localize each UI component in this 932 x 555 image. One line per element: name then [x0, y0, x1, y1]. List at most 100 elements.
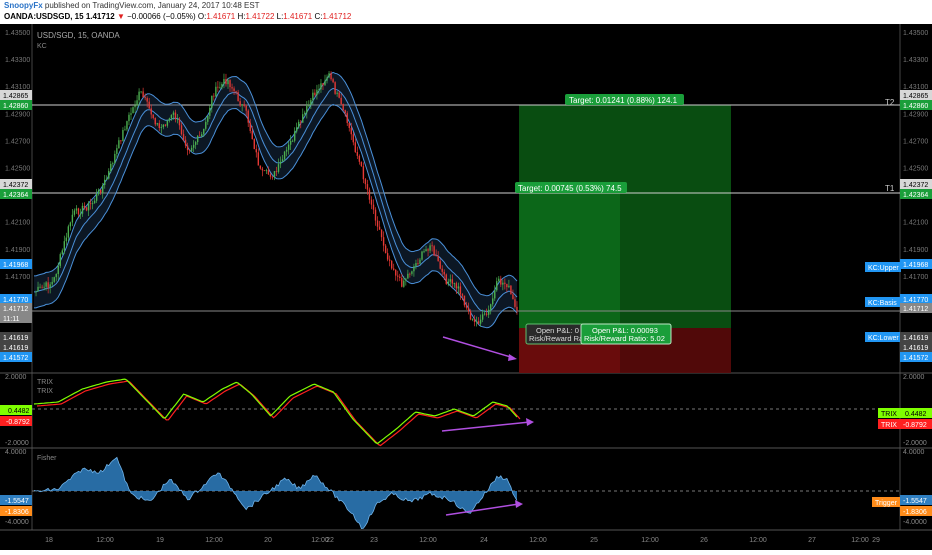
fisher-area: [34, 457, 517, 529]
candle-body: [433, 246, 435, 256]
candle-body: [116, 148, 118, 154]
candle-body: [338, 92, 340, 98]
candle-body: [344, 110, 346, 114]
candle-body: [37, 286, 39, 292]
candle-body: [279, 161, 282, 165]
candle-body: [39, 286, 41, 288]
candle-body: [471, 319, 474, 320]
candle-body: [49, 284, 51, 288]
time-axis-tick: 20: [264, 537, 272, 544]
candle-body: [67, 226, 70, 238]
t1-label: T1: [885, 184, 895, 193]
candle-body: [502, 282, 504, 285]
time-axis-tick: 12:00: [529, 537, 547, 544]
kc-basis-label: KC:Basis: [868, 300, 897, 307]
time-axis-tick: 12:00: [205, 537, 223, 544]
candle-body: [77, 208, 80, 215]
candle-body: [364, 179, 367, 185]
price-change: −0.00066 (−0.05%): [127, 12, 196, 21]
candle-body: [330, 73, 332, 80]
candle-body: [99, 189, 102, 193]
candle-body: [306, 106, 308, 113]
candle-body: [395, 269, 397, 276]
time-axis-tick: 19: [156, 537, 164, 544]
candle-body: [213, 95, 215, 97]
candle-body: [114, 153, 116, 164]
right-price-label: 1.41619: [903, 345, 928, 352]
candle-body: [168, 118, 171, 121]
candle-body: [239, 101, 241, 106]
candle-body: [176, 119, 179, 121]
candle-body: [342, 103, 344, 111]
time-axis-tick: 25: [590, 537, 598, 544]
right-price-label: 1.42860: [903, 103, 928, 110]
left-price-label: 1.42865: [3, 93, 28, 100]
long-position-t1-zone[interactable]: [519, 193, 620, 328]
candle-body: [160, 127, 163, 128]
candle-body: [384, 245, 387, 254]
candle-body: [215, 86, 217, 97]
candle-body: [374, 209, 377, 221]
candle-body: [372, 204, 375, 210]
candle-body: [376, 220, 379, 227]
candle-body: [388, 259, 391, 261]
candle-body: [251, 130, 253, 140]
candle-body: [312, 92, 314, 101]
candle-body: [136, 100, 138, 106]
arrowhead-icon: [515, 500, 523, 508]
trix-tick-top-left: 2.0000: [5, 374, 27, 381]
chart-svg[interactable]: Target: 0.01241 (0.88%) 124.1 Target: 0.…: [0, 24, 932, 550]
candle-body: [459, 286, 462, 295]
fisher-tick-top-right: 4.0000: [903, 449, 925, 456]
last-price: 1.41712: [85, 12, 115, 21]
candle-body: [118, 140, 120, 149]
symbol-pane-label: USD/SGD, 15, OANDA: [37, 31, 120, 40]
candle-body: [358, 155, 361, 162]
candle-body: [496, 281, 498, 291]
chart-area[interactable]: Target: 0.01241 (0.88%) 124.1 Target: 0.…: [0, 24, 932, 550]
candle-body: [152, 114, 154, 119]
candle-body: [231, 87, 233, 89]
candle-body: [83, 205, 86, 208]
candle-body: [445, 274, 447, 284]
candle-body: [89, 203, 92, 205]
candle-body: [205, 121, 207, 129]
open-value: 1.41671: [206, 12, 236, 21]
candle-body: [122, 130, 124, 142]
left-price-label: 1.41619: [3, 335, 28, 342]
right-price-label: 1.41770: [903, 297, 928, 304]
divergence-arrow-price[interactable]: [442, 336, 515, 359]
candle-body: [516, 306, 518, 311]
candle-body: [437, 256, 439, 262]
candle-body: [73, 210, 76, 215]
author-name[interactable]: SnoopyFx: [4, 1, 43, 10]
candle-body: [142, 91, 144, 98]
candle-body: [334, 82, 336, 94]
fisher-tick-bottom-left: -4.0000: [5, 519, 29, 526]
candle-body: [498, 278, 500, 282]
trix-series: [33, 378, 521, 447]
candle-body: [378, 226, 381, 230]
candle-body: [35, 291, 37, 293]
candle-body: [283, 151, 286, 160]
symbol-name: OANDA:USDSGD, 15: [4, 12, 84, 21]
trix-pane-label-1: TRIX: [37, 379, 53, 386]
time-axis-tick: 22: [326, 537, 334, 544]
right-price-label: 1.42372: [903, 182, 928, 189]
candle-body: [332, 79, 334, 83]
fisher-tick-bottom-right: -4.0000: [903, 519, 927, 526]
candle-body: [273, 171, 276, 177]
trix-legend-2: TRIX: [881, 422, 897, 429]
right-axis-tick: 1.41700: [903, 274, 928, 281]
time-axis[interactable]: 18 12:00 19 12:00 20 12:00 22 23 12:00 24 12:00 25 1…: [45, 537, 880, 544]
trix-tick-bottom-right: -2.0000: [903, 440, 927, 447]
candle-body: [97, 189, 100, 195]
candle-body: [514, 299, 516, 307]
candle-body: [328, 73, 330, 78]
candle-body: [71, 214, 74, 223]
candle-body: [340, 97, 342, 104]
candle-body: [473, 319, 476, 323]
divergence-arrow-trix[interactable]: [441, 421, 531, 432]
candle-body: [43, 286, 45, 288]
candle-body: [425, 249, 427, 252]
